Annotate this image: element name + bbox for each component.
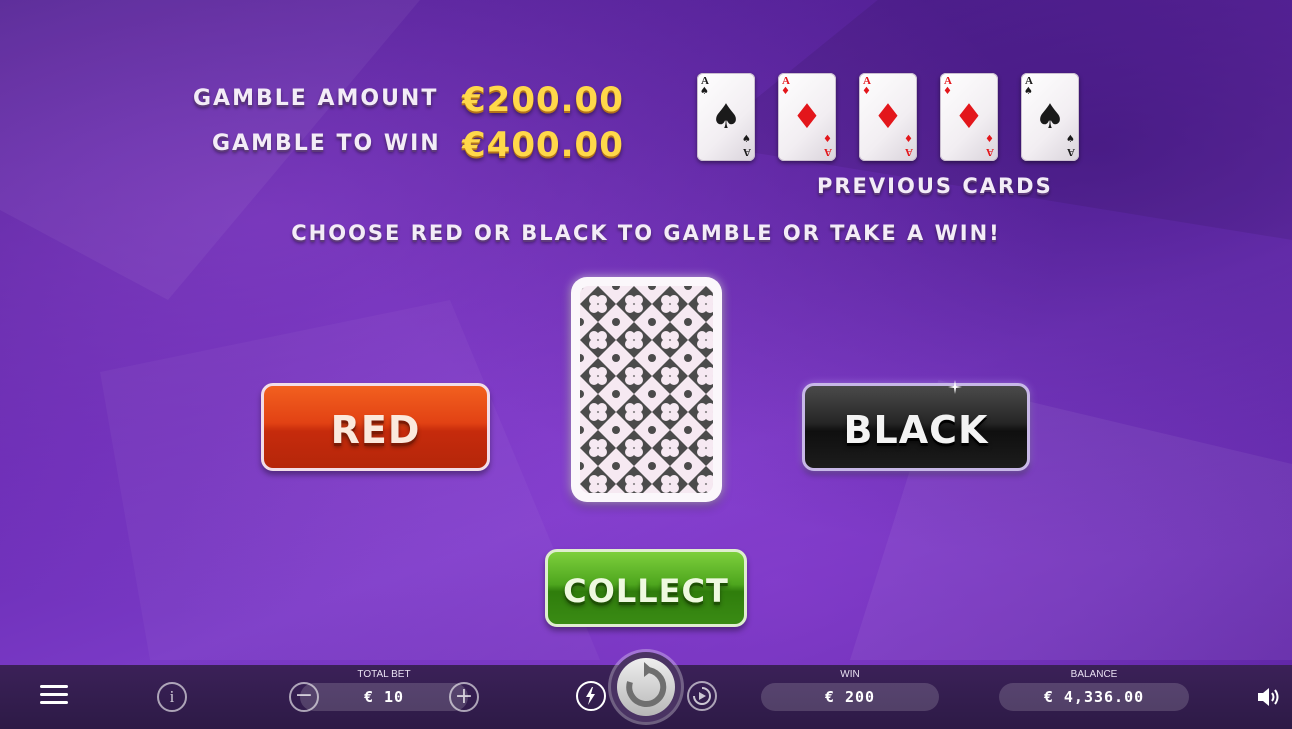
- card-suit-icon: ♦: [862, 86, 871, 97]
- previous-card: A ♠ ♠ ♠ A: [697, 73, 755, 161]
- card-suit-icon: ♠: [1024, 86, 1033, 97]
- card-suit-icon: ♠: [700, 86, 709, 97]
- gamble-to-win-label: GAMBLE TO WIN: [212, 131, 441, 156]
- previous-card: A ♦ ♦ ♦ A: [778, 73, 836, 161]
- collect-button[interactable]: COLLECT: [545, 549, 747, 627]
- lightning-icon[interactable]: [576, 681, 606, 711]
- card-suit-icon: ♦: [872, 97, 904, 137]
- card-suit-icon: ♠: [1034, 97, 1066, 137]
- card-suit-icon: ♠: [1066, 134, 1075, 145]
- background-facet: [100, 300, 600, 660]
- card-suit-icon: ♦: [823, 134, 832, 145]
- face-down-card: [571, 277, 722, 502]
- card-suit-icon: ♦: [953, 97, 985, 137]
- spin-icon: [617, 658, 675, 716]
- card-suit-icon: ♦: [985, 134, 994, 145]
- previous-card: A ♦ ♦ ♦ A: [859, 73, 917, 161]
- gamble-amount-value: €200.00: [462, 80, 624, 120]
- hamburger-menu-icon[interactable]: [40, 685, 68, 707]
- gamble-to-win-value: €400.00: [462, 125, 624, 165]
- red-button[interactable]: RED: [261, 383, 490, 471]
- card-rank: A: [743, 146, 751, 158]
- card-rank: A: [986, 146, 994, 158]
- plus-icon[interactable]: +: [449, 682, 479, 712]
- card-suit-icon: ♠: [710, 97, 742, 137]
- card-rank: A: [905, 146, 913, 158]
- previous-card: A ♦ ♦ ♦ A: [940, 73, 998, 161]
- card-suit-icon: ♦: [791, 97, 823, 137]
- win-label: WIN: [840, 669, 860, 680]
- total-bet-label: TOTAL BET: [357, 669, 411, 680]
- black-button[interactable]: BLACK: [802, 383, 1030, 471]
- previous-cards-title: PREVIOUS CARDS: [817, 174, 1053, 198]
- speaker-icon[interactable]: [1256, 685, 1282, 709]
- previous-card: A ♠ ♠ ♠ A: [1021, 73, 1079, 161]
- info-icon[interactable]: i: [157, 682, 187, 712]
- win-value: € 200: [761, 683, 939, 711]
- autoplay-icon[interactable]: [687, 681, 717, 711]
- instruction-text: CHOOSE RED OR BLACK TO GAMBLE OR TAKE A …: [291, 221, 1001, 245]
- card-suit-icon: ♦: [781, 86, 790, 97]
- card-suit-icon: ♦: [943, 86, 952, 97]
- gamble-amount-label: GAMBLE AMOUNT: [193, 86, 439, 111]
- card-rank: A: [824, 146, 832, 158]
- total-bet-value: € 10: [300, 683, 468, 711]
- card-suit-icon: ♦: [904, 134, 913, 145]
- bottom-bar: i TOTAL BET € 10 − + WIN € 200 BALANCE €…: [0, 652, 1292, 729]
- balance-value: € 4,336.00: [999, 683, 1189, 711]
- minus-icon[interactable]: −: [289, 682, 319, 712]
- card-back-pattern: [580, 286, 713, 493]
- balance-label: BALANCE: [1070, 669, 1118, 680]
- spin-button[interactable]: [611, 652, 681, 722]
- sparkle-icon: [948, 379, 962, 394]
- card-suit-icon: ♠: [742, 134, 751, 145]
- card-rank: A: [1067, 146, 1075, 158]
